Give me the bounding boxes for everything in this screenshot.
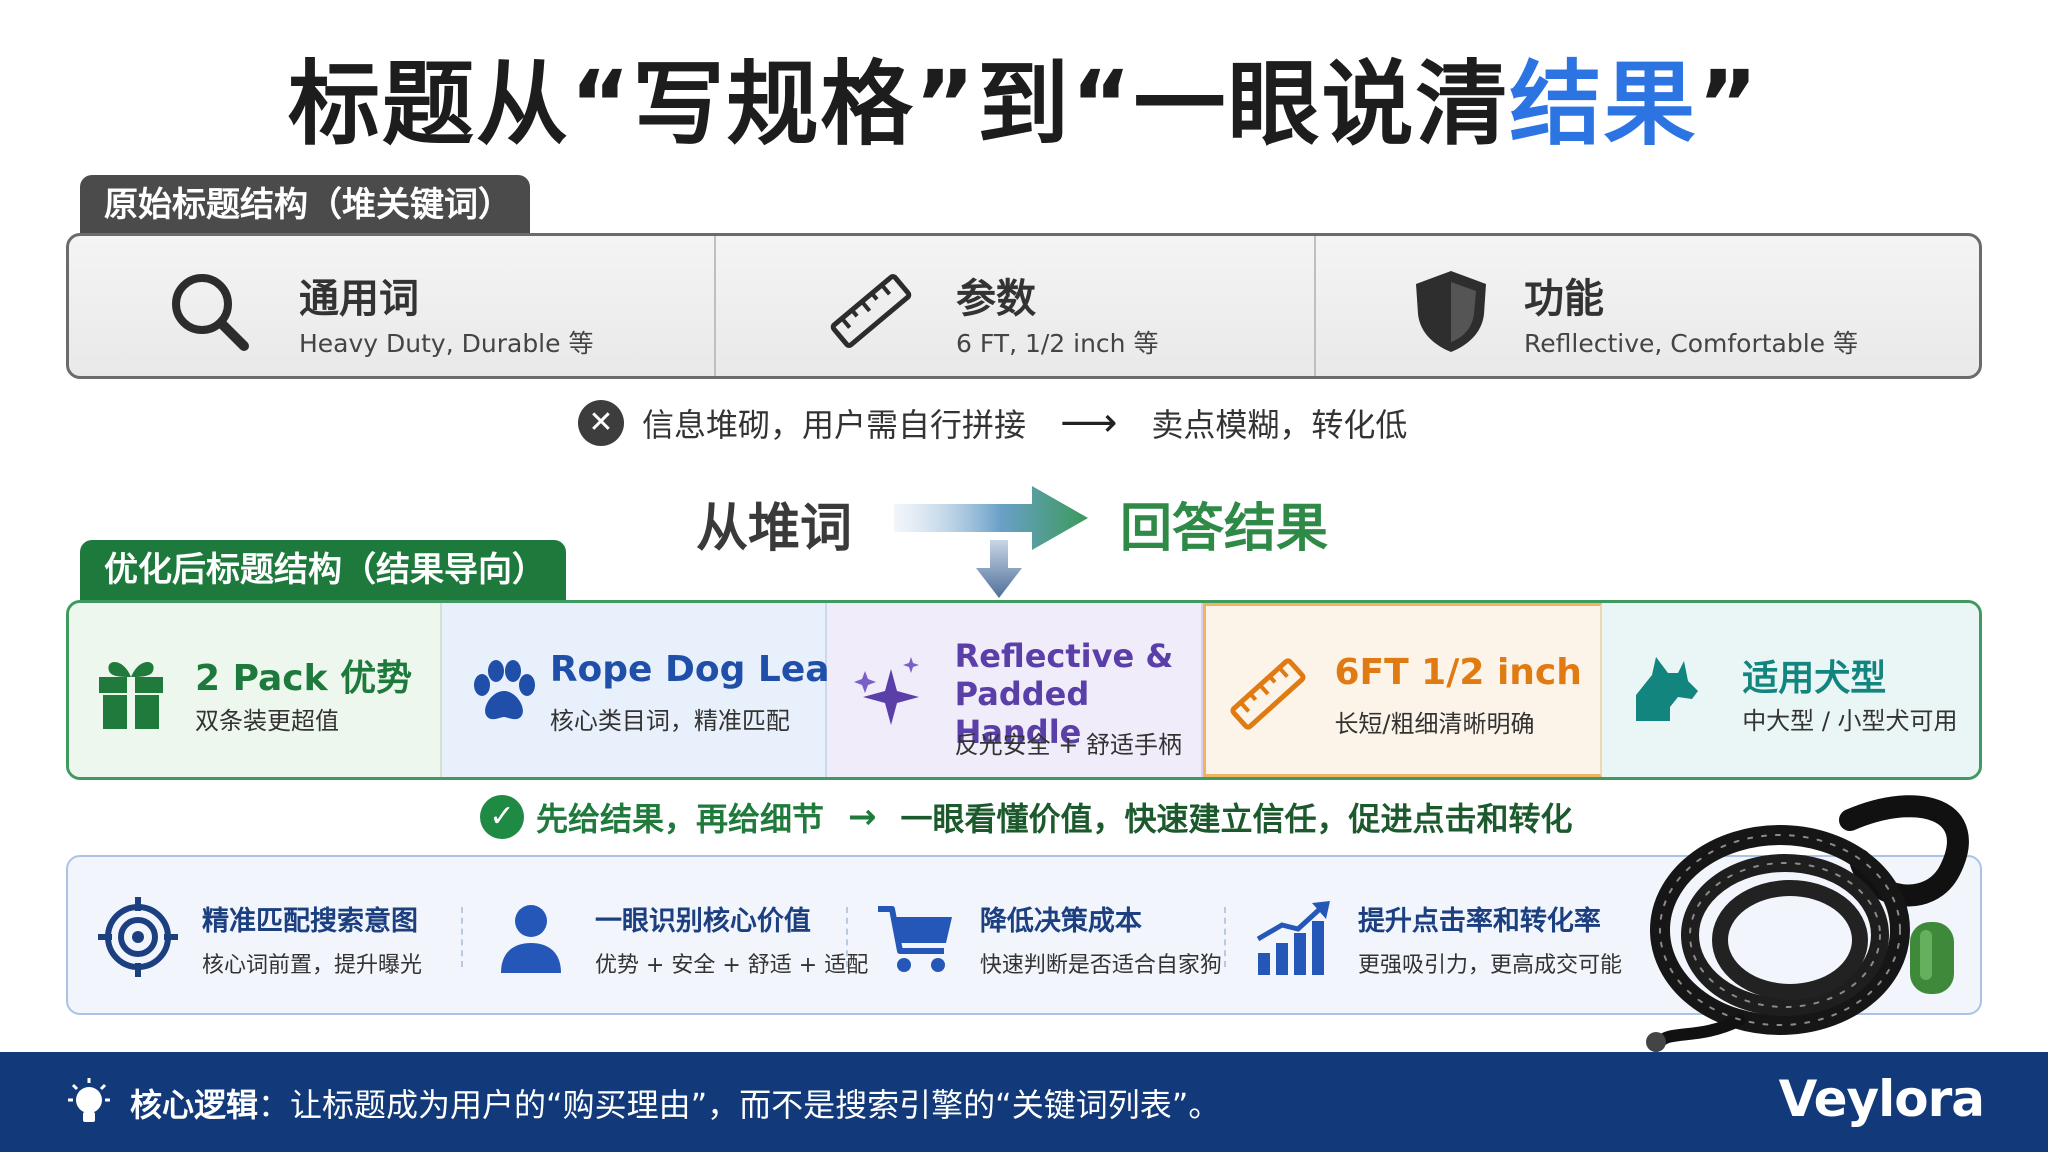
optimized-cell-sub: 中大型 / 小型犬可用 bbox=[1742, 707, 1958, 735]
optimized-cell-heading: 6FT 1/2 inch bbox=[1334, 652, 1582, 693]
user-icon bbox=[500, 905, 561, 973]
check-circle-icon: ✓ bbox=[480, 795, 524, 839]
original-structure-tag: 原始标题结构（堆关键词） bbox=[80, 175, 530, 235]
summary-right-text: 一眼看懂价值，快速建立信任，促进点击和转化 bbox=[900, 800, 1573, 838]
optimized-cell-pack: 2 Pack 优势 双条装更超值 bbox=[69, 603, 442, 777]
original-cell-heading: 通用词 bbox=[299, 276, 419, 322]
benefit-heading: 降低决策成本 bbox=[979, 906, 1142, 937]
optimized-structure-tag: 优化后标题结构（结果导向） bbox=[80, 540, 566, 600]
original-cell-heading: 功能 bbox=[1524, 276, 1604, 322]
original-cell-sub: Refllective, Comfortable 等 bbox=[1524, 329, 1859, 358]
problem-right-text: 卖点模糊，转化低 bbox=[1151, 406, 1408, 444]
arrow-right-icon: → bbox=[848, 797, 877, 837]
benefit-heading: 一眼识别核心价值 bbox=[594, 906, 811, 937]
optimized-cell-size: 6FT 1/2 inch 长短/粗细清晰明确 bbox=[1203, 603, 1603, 777]
original-cell-functions: 功能 Refllective, Comfortable 等 bbox=[1314, 236, 1979, 376]
optimized-cell-sub: 反光安全 + 舒适手柄 bbox=[954, 731, 1182, 759]
brand-logo: Veylora bbox=[1778, 1070, 1985, 1128]
arrow-right-icon: ⟶ bbox=[1060, 400, 1118, 446]
dog-head-icon bbox=[1636, 657, 1699, 721]
benefit-sub: 核心词前置，提升曝光 bbox=[202, 953, 423, 978]
footer-core-logic-text: 核心逻辑：让标题成为用户的“购买理由”，而不是搜索引擎的“关键词列表”。 bbox=[130, 1080, 1220, 1126]
benefit-search-intent: 精准匹配搜索意图 核心词前置，提升曝光 bbox=[68, 857, 461, 1013]
original-cell-generic-words: 通用词 Heavy Duty, Durable 等 bbox=[69, 236, 714, 376]
benefit-core-value: 一眼识别核心价值 优势 + 安全 + 舒适 + 适配 bbox=[460, 857, 868, 1013]
dog-leash-product-image bbox=[1646, 795, 1969, 1052]
original-cell-parameters: 参数 6 FT, 1/2 inch 等 bbox=[714, 236, 1314, 376]
optimized-cell-features: Reflective & Padded Handle 反光安全 + 舒适手柄 bbox=[826, 603, 1204, 777]
optimized-structure-panel: 2 Pack 优势 双条装更超值 Rope Dog Leash 核心类目词，精准… bbox=[66, 600, 1982, 780]
footer-body: ：让标题成为用户的“购买理由”，而不是搜索引擎的“关键词列表”。 bbox=[258, 1086, 1221, 1124]
original-cell-sub: 6 FT, 1/2 inch 等 bbox=[956, 329, 1159, 358]
shield-icon bbox=[1416, 271, 1486, 352]
transition-from-label: 从堆词 bbox=[696, 499, 853, 559]
optimized-cell-heading: 2 Pack 优势 bbox=[195, 658, 413, 699]
benefit-sub: 快速判断是否适合自家狗 bbox=[979, 953, 1222, 978]
transition-to-label: 回答结果 bbox=[1120, 499, 1329, 559]
growth-chart-icon bbox=[1256, 901, 1330, 975]
optimized-summary-line: ✓ 先给结果，再给细节 → 一眼看懂价值，快速建立信任，促进点击和转化 bbox=[480, 792, 1573, 842]
benefit-decision-cost: 降低决策成本 快速判断是否适合自家狗 bbox=[845, 857, 1224, 1013]
original-structure-panel: 通用词 Heavy Duty, Durable 等 参数 6 FT, 1/2 i… bbox=[66, 233, 1982, 379]
ruler-icon bbox=[1230, 658, 1306, 730]
lightbulb-icon bbox=[68, 1078, 110, 1122]
benefit-heading: 提升点击率和转化率 bbox=[1357, 906, 1601, 937]
ruler-icon bbox=[830, 274, 912, 348]
optimized-cell-heading: 适用犬型 bbox=[1742, 658, 1887, 699]
optimized-cell-category: Rope Dog Leash 核心类目词，精准匹配 bbox=[441, 603, 877, 777]
search-icon bbox=[172, 274, 249, 351]
paw-icon bbox=[473, 660, 535, 720]
benefit-sub: 更强吸引力，更高成交可能 bbox=[1357, 953, 1622, 978]
original-cell-sub: Heavy Duty, Durable 等 bbox=[299, 329, 594, 358]
optimized-cell-dog-type: 适用犬型 中大型 / 小型犬可用 bbox=[1602, 603, 1979, 777]
page-title: 标题从“写规格”到“一眼说清结果” bbox=[288, 51, 1760, 158]
target-icon bbox=[98, 897, 178, 977]
sparkle-icon bbox=[853, 657, 919, 725]
optimized-cell-sub: 核心类目词，精准匹配 bbox=[549, 707, 790, 735]
original-problem-line: ✕ 信息堆砌，用户需自行拼接 ⟶ 卖点模糊，转化低 bbox=[578, 398, 1407, 448]
optimized-cell-sub: 双条装更超值 bbox=[195, 707, 339, 735]
optimized-cell-sub: 长短/粗细清晰明确 bbox=[1334, 710, 1535, 738]
benefit-sub: 优势 + 安全 + 舒适 + 适配 bbox=[594, 953, 869, 978]
summary-left-text: 先给结果，再给细节 bbox=[536, 800, 825, 838]
original-cell-heading: 参数 bbox=[956, 276, 1036, 322]
close-circle-icon: ✕ bbox=[578, 400, 624, 446]
footer-bar: 核心逻辑：让标题成为用户的“购买理由”，而不是搜索引擎的“关键词列表”。 Vey… bbox=[0, 1052, 2048, 1152]
benefit-heading: 精准匹配搜索意图 bbox=[202, 906, 418, 937]
footer-label: 核心逻辑 bbox=[130, 1086, 259, 1124]
transition-arrow-icon bbox=[894, 486, 1088, 598]
gift-icon bbox=[99, 661, 163, 729]
title-accent: 结果 bbox=[1509, 51, 1698, 158]
problem-left-text: 信息堆砌，用户需自行拼接 bbox=[642, 406, 1027, 444]
cart-icon bbox=[877, 906, 952, 972]
